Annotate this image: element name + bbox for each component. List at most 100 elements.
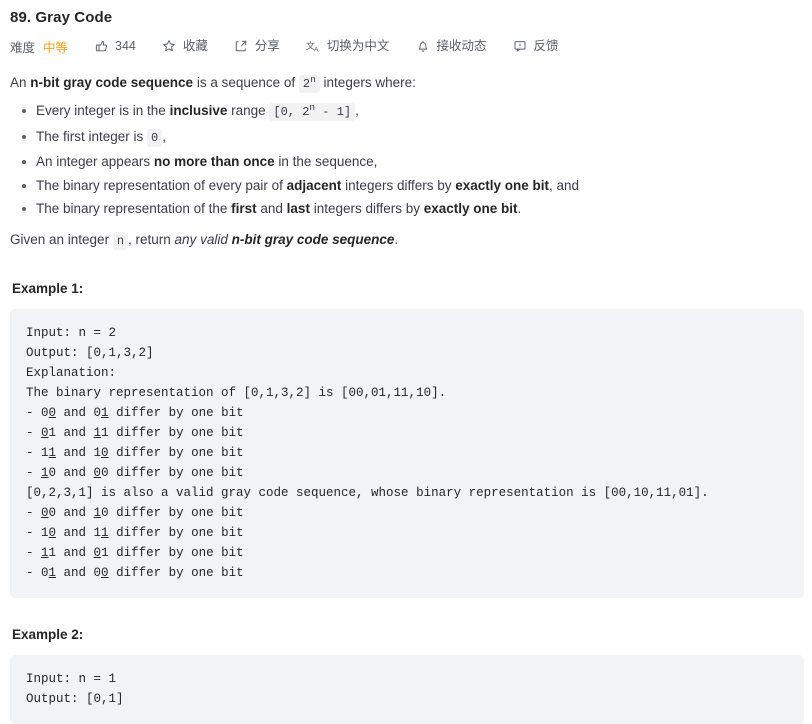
star-icon bbox=[162, 39, 177, 54]
code-exponent: n bbox=[310, 74, 316, 85]
inline-code-2n: 2n bbox=[298, 74, 320, 93]
rule4-bold-2: exactly one bit bbox=[455, 177, 550, 193]
rule1-bold-1: inclusive bbox=[169, 103, 228, 118]
rule-item-3: An integer appears no more than once in … bbox=[22, 151, 804, 172]
rule3-text-1: An integer appears bbox=[36, 154, 154, 169]
code-seg: - bbox=[26, 546, 42, 560]
code-seg: 1 differ by one bit bbox=[101, 546, 244, 560]
code-underline: 1 bbox=[41, 546, 49, 560]
feedback-label: 反馈 bbox=[533, 38, 559, 53]
code-underline: 1 bbox=[41, 466, 49, 480]
switch-language-button[interactable]: 文 A 切换为中文 bbox=[306, 39, 390, 54]
favorite-button[interactable]: 收藏 bbox=[162, 39, 208, 54]
code-line: - 01 and 11 differ by one bit bbox=[26, 423, 788, 443]
code-line: - 00 and 01 differ by one bit bbox=[26, 403, 788, 423]
code-seg: - 1 bbox=[26, 446, 49, 460]
description-intro: An n-bit gray code sequence is a sequenc… bbox=[10, 72, 804, 95]
code-underline: 0 bbox=[93, 546, 102, 560]
code-seg: differ by one bit bbox=[108, 406, 244, 420]
code-seg: and 1 bbox=[56, 446, 102, 460]
range-suffix: - 1] bbox=[315, 105, 352, 119]
given-text-3: . bbox=[394, 232, 399, 247]
description-given: Given an integer n, return any valid n-b… bbox=[10, 229, 804, 252]
inline-code-range: [0, 2n - 1] bbox=[269, 103, 356, 121]
code-seg: - 0 bbox=[26, 406, 49, 420]
difficulty-label: 难度 bbox=[10, 40, 36, 55]
example-1-heading: Example 1: bbox=[12, 281, 84, 296]
code-seg: 0 differ by one bit bbox=[101, 466, 244, 480]
code-line: - 01 and 00 differ by one bit bbox=[26, 563, 788, 583]
svg-text:A: A bbox=[314, 46, 319, 53]
code-seg: 0 and bbox=[48, 466, 94, 480]
code-seg: - 0 bbox=[26, 566, 49, 580]
feedback-button[interactable]: 反馈 bbox=[512, 39, 558, 54]
subscribe-label: 接收动态 bbox=[436, 38, 487, 53]
rule2-text-1: The first integer is bbox=[36, 128, 148, 144]
code-line: Output: [0,1] bbox=[26, 692, 124, 706]
code-line: - 10 and 00 differ by one bit bbox=[26, 463, 788, 483]
code-underline: 1 bbox=[93, 426, 102, 440]
switch-language-label: 切换为中文 bbox=[326, 38, 390, 53]
inline-code-zero: 0 bbox=[147, 128, 163, 147]
code-line: Input: n = 2 bbox=[26, 326, 117, 340]
code-underline: 0 bbox=[48, 406, 57, 420]
rule3-bold-1: no more than once bbox=[153, 154, 275, 169]
rule-item-1: Every integer is in the inclusive range … bbox=[22, 100, 804, 123]
share-label: 分享 bbox=[254, 38, 280, 53]
code-underline: 0 bbox=[101, 446, 109, 460]
example-2-heading: Example 2: bbox=[12, 627, 84, 642]
rule4-bold-1: adjacent bbox=[286, 177, 342, 193]
code-line: Input: n = 1 bbox=[26, 672, 117, 686]
like-count: 344 bbox=[115, 38, 136, 53]
difficulty-value[interactable]: 中等 bbox=[43, 37, 68, 56]
code-underline: 0 bbox=[41, 506, 49, 520]
code-underline: 1 bbox=[48, 566, 57, 580]
problem-page: 89. Gray Code 难度 中等 344 收藏 分享 文 A 切换为中文 … bbox=[0, 0, 812, 724]
code-seg: differ by one bit bbox=[108, 526, 244, 540]
example-1-code: Input: n = 2 Output: [0,1,3,2] Explanation… bbox=[10, 309, 804, 598]
difficulty-group: 难度 中等 bbox=[10, 37, 68, 56]
rule-item-5: The binary representation of the first a… bbox=[22, 198, 804, 219]
rule1-text-2: range bbox=[227, 103, 270, 118]
code-line: The binary representation of [0,1,3,2] i… bbox=[26, 386, 447, 400]
intro-text-1: An bbox=[10, 75, 31, 90]
subscribe-button[interactable]: 接收动态 bbox=[415, 39, 486, 54]
bell-icon bbox=[415, 39, 430, 54]
code-seg: 1 differ by one bit bbox=[101, 426, 244, 440]
code-seg: and 1 bbox=[56, 526, 102, 540]
rule5-text-3: integers differs by bbox=[309, 201, 424, 216]
rule4-text-1: The binary representation of every pair … bbox=[36, 177, 287, 193]
code-seg: 0 and bbox=[48, 506, 94, 520]
code-seg: - bbox=[26, 466, 42, 480]
code-underline: 1 bbox=[101, 406, 109, 420]
code-line: - 11 and 01 differ by one bit bbox=[26, 543, 788, 563]
given-bold-italic: n-bit gray code sequence bbox=[231, 232, 395, 247]
rule-item-4: The binary representation of every pair … bbox=[22, 175, 804, 196]
share-icon bbox=[234, 39, 249, 54]
rule4-text-2: integers differs by bbox=[341, 177, 456, 193]
intro-text-2: is a sequence of bbox=[193, 75, 299, 90]
feedback-icon bbox=[512, 39, 527, 54]
code-seg: - bbox=[26, 426, 42, 440]
share-button[interactable]: 分享 bbox=[234, 39, 280, 54]
problem-description: An n-bit gray code sequence is a sequenc… bbox=[10, 72, 804, 724]
code-base: 2 bbox=[302, 77, 311, 91]
code-line: - 10 and 11 differ by one bit bbox=[26, 523, 788, 543]
rule5-bold-3: exactly one bit bbox=[423, 201, 518, 216]
range-prefix: [0, 2 bbox=[273, 105, 310, 119]
rule5-text-1: The binary representation of the bbox=[36, 201, 232, 216]
thumbs-up-icon bbox=[94, 39, 109, 54]
rule-item-2: The first integer is 0, bbox=[22, 126, 804, 149]
code-seg: differ by one bit bbox=[108, 446, 244, 460]
code-seg: - 1 bbox=[26, 526, 49, 540]
rule2-text-2: , bbox=[162, 128, 167, 144]
like-button[interactable]: 344 bbox=[94, 39, 136, 54]
given-emphasis: any valid bbox=[174, 232, 232, 247]
code-seg: - bbox=[26, 506, 42, 520]
code-seg: and 0 bbox=[56, 566, 102, 580]
rule4-text-3: , and bbox=[549, 177, 580, 193]
code-line: Output: [0,1,3,2] bbox=[26, 346, 154, 360]
rule5-bold-1: first bbox=[231, 201, 257, 216]
code-underline: 1 bbox=[101, 526, 109, 540]
rule3-text-2: in the sequence, bbox=[274, 154, 378, 169]
